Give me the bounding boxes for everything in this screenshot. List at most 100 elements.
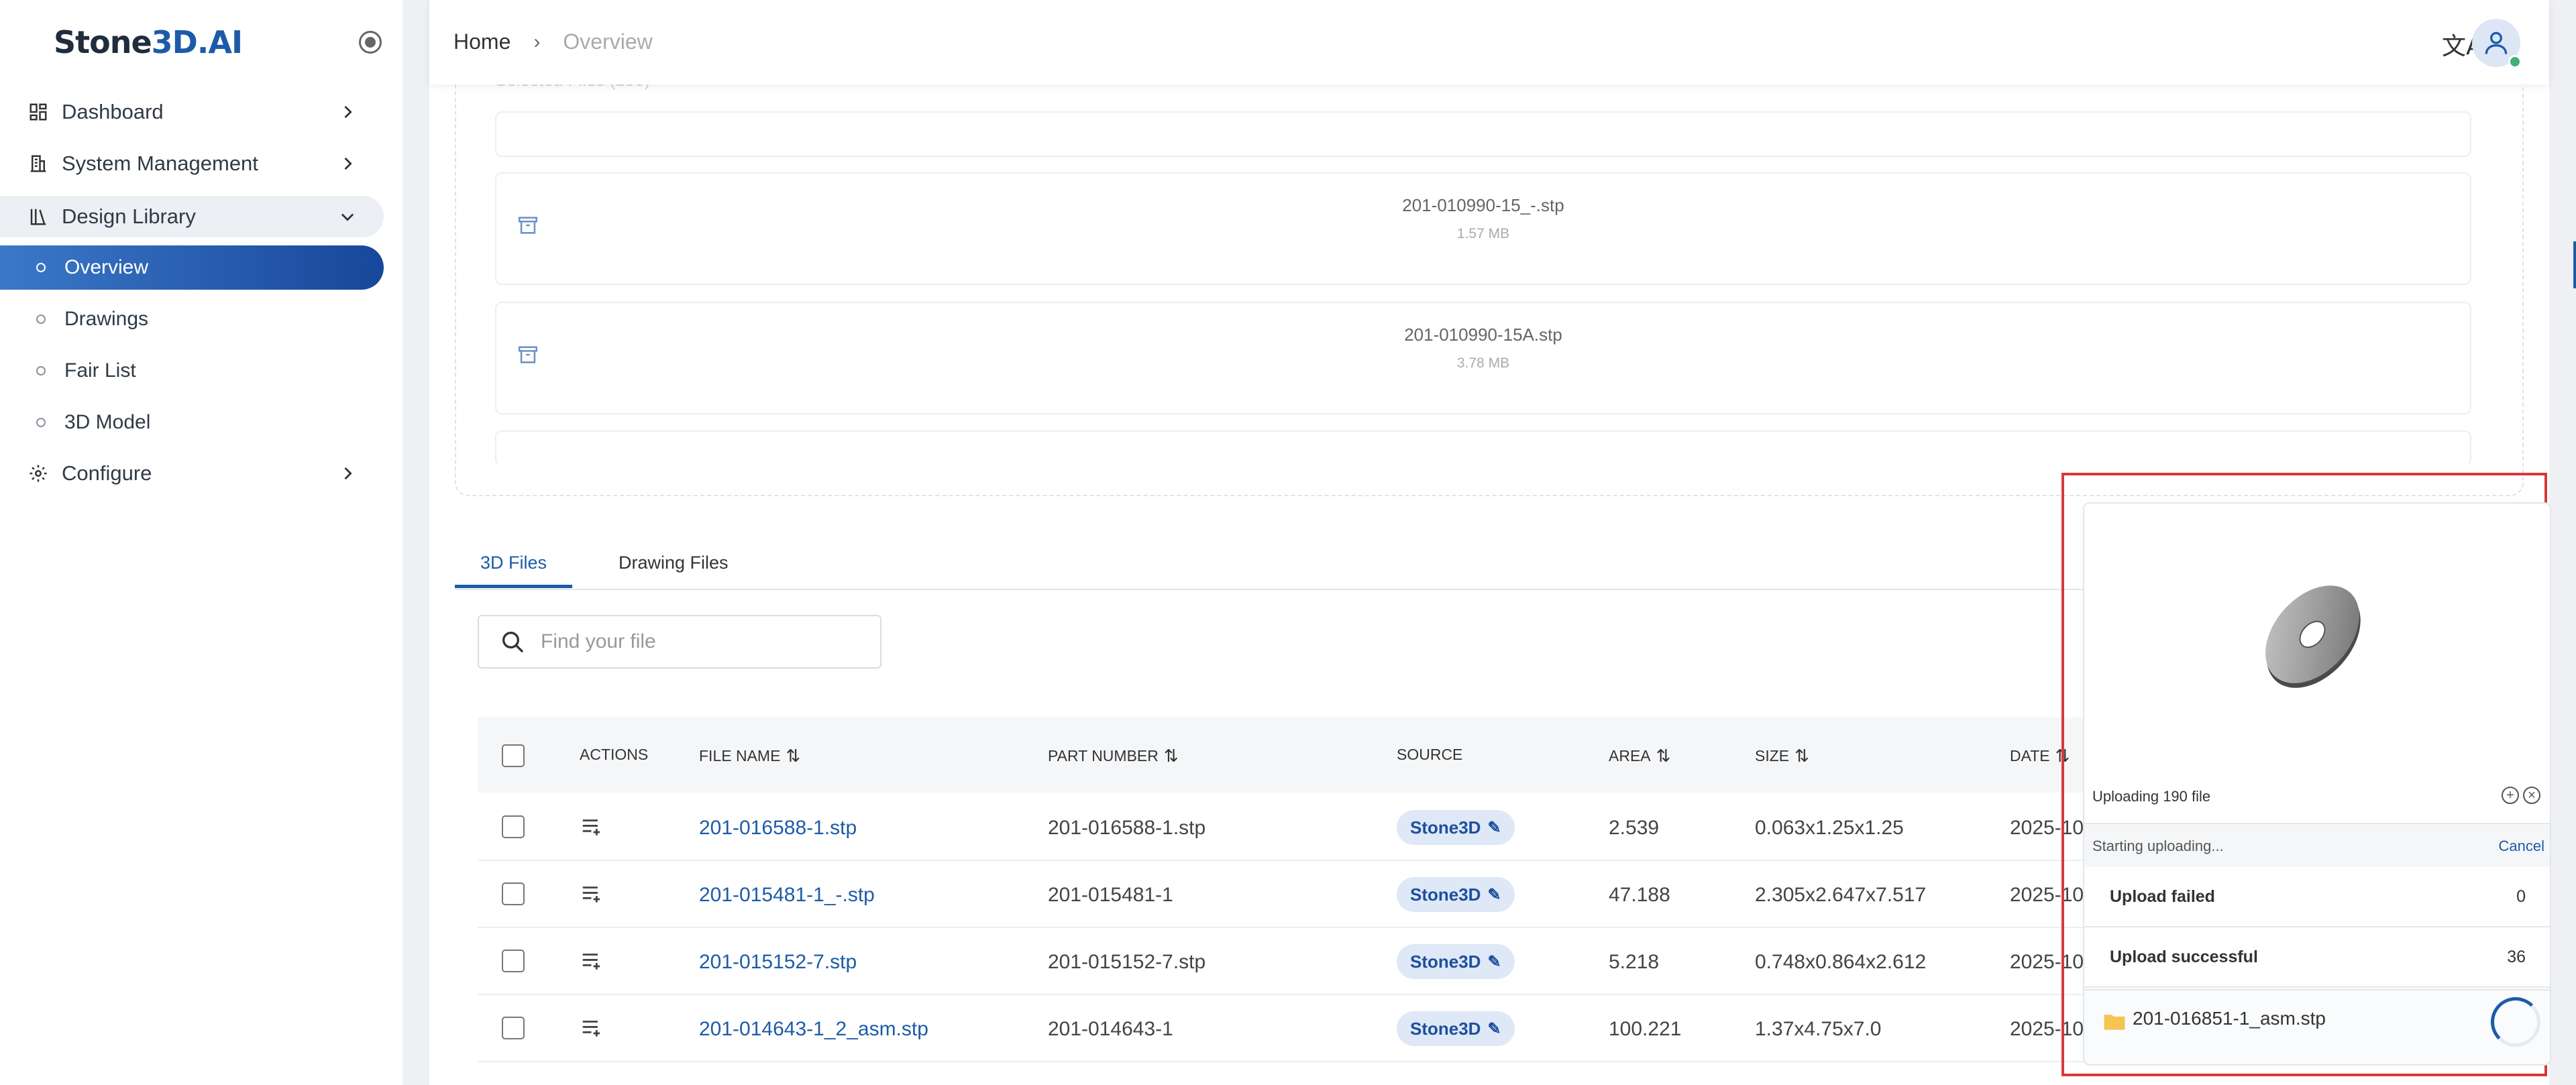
file-name-link[interactable]: 201-015481-1_-.stp: [699, 884, 875, 907]
bullet-icon: [36, 263, 46, 272]
column-header-actions: ACTIONS: [580, 746, 649, 763]
sidebar-subitem-drawings[interactable]: Drawings: [0, 297, 384, 341]
chevron-right-icon: ›: [533, 30, 541, 53]
file-name-link[interactable]: 201-016588-1.stp: [699, 817, 857, 840]
dashboard-icon: [27, 101, 50, 123]
row-checkbox[interactable]: [502, 882, 525, 905]
row-checkbox[interactable]: [502, 950, 525, 972]
area-value: 2.539: [1609, 817, 1660, 839]
chevron-right-icon: [344, 105, 352, 119]
breadcrumb-home[interactable]: Home: [453, 30, 511, 54]
sidebar-subitem-fair-list[interactable]: Fair List: [0, 349, 384, 393]
chevron-down-icon: [341, 213, 354, 221]
size-value: 0.748x0.864x2.612: [1755, 951, 1927, 973]
online-status-dot: [2508, 55, 2522, 68]
upload-successful-label: Upload successful: [2110, 948, 2258, 966]
upload-card: Uploading 190 file + × Starting uploadin…: [2083, 502, 2551, 1066]
column-header-area[interactable]: AREA ⇅: [1609, 746, 1670, 766]
sort-icon[interactable]: ⇅: [1164, 746, 1179, 766]
library-icon: [27, 205, 50, 228]
tab-3d-files[interactable]: 3D Files: [454, 553, 573, 588]
size-value: 2.305x2.647x7.517: [1755, 884, 1927, 906]
column-header-file-name[interactable]: FILE NAME ⇅: [699, 746, 800, 766]
expand-icon[interactable]: +: [2502, 787, 2519, 804]
loading-spinner-icon: [2491, 997, 2540, 1047]
source-badge[interactable]: Stone3D ✎: [1397, 810, 1515, 845]
sidebar-subitem-label: Fair List: [64, 359, 136, 382]
user-avatar[interactable]: [2472, 19, 2522, 68]
file-card-partial: [495, 111, 2471, 157]
sidebar-item-label: Design Library: [62, 205, 196, 228]
file-card-partial: [495, 431, 2471, 465]
size-value: 0.063x1.25x1.25: [1755, 817, 1904, 839]
sort-icon[interactable]: ⇅: [1794, 746, 1809, 766]
file-card: 201-010990-15_-.stp 1.57 MB: [495, 172, 2471, 285]
upload-failed-row[interactable]: Upload failed 0: [2084, 867, 2550, 927]
pencil-icon[interactable]: ✎: [1487, 885, 1501, 905]
search-input[interactable]: [541, 630, 876, 653]
breadcrumb-current: Overview: [563, 30, 653, 54]
source-badge[interactable]: Stone3D ✎: [1397, 1011, 1515, 1046]
tab-drawing-files[interactable]: Drawing Files: [619, 553, 729, 587]
bullet-icon: [36, 315, 46, 324]
current-upload-file: 201-016851-1_asm.stp: [2084, 989, 2550, 1064]
actions-menu-icon[interactable]: [580, 814, 605, 840]
upload-failed-count: 0: [2516, 887, 2526, 906]
collapse-toggle-icon[interactable]: [359, 31, 382, 54]
sidebar-subitem-label: Overview: [64, 256, 149, 278]
scrollbar-indicator[interactable]: [2573, 241, 2576, 288]
part-number: 201-015152-7.stp: [1048, 951, 1206, 973]
sidebar-subitem-overview[interactable]: Overview: [0, 245, 384, 290]
actions-menu-icon[interactable]: [580, 948, 605, 974]
breadcrumb: Home › Overview: [453, 30, 653, 54]
upload-failed-label: Upload failed: [2110, 887, 2215, 906]
sidebar-item-design-library[interactable]: Design Library: [0, 196, 384, 237]
sidebar: Stone3D.AI Dashboard System Management D…: [0, 0, 402, 1085]
user-icon: [2485, 32, 2508, 54]
close-icon[interactable]: ×: [2523, 787, 2540, 804]
upload-title: Uploading 190 file: [2092, 788, 2211, 805]
size-value: 1.37x4.75x7.0: [1755, 1018, 1882, 1040]
pencil-icon[interactable]: ✎: [1487, 952, 1501, 972]
gear-icon: [27, 462, 50, 485]
search-box: [478, 615, 881, 669]
source-badge[interactable]: Stone3D ✎: [1397, 877, 1515, 912]
row-checkbox[interactable]: [502, 815, 525, 838]
row-checkbox[interactable]: [502, 1017, 525, 1039]
pencil-icon[interactable]: ✎: [1487, 1019, 1501, 1039]
source-badge[interactable]: Stone3D ✎: [1397, 944, 1515, 979]
area-value: 100.221: [1609, 1018, 1682, 1040]
sort-icon[interactable]: ⇅: [1656, 746, 1671, 766]
upload-status-bar: Starting uploading... Cancel: [2084, 823, 2550, 867]
sidebar-item-configure[interactable]: Configure: [0, 453, 384, 494]
file-name: 201-010990-15A.stp: [1404, 325, 1562, 345]
panel-controls: + ×: [2502, 787, 2540, 804]
upload-status-text: Starting uploading...: [2092, 838, 2224, 854]
folder-icon: [2104, 1015, 2125, 1030]
column-header-source: SOURCE: [1397, 746, 1463, 763]
sidebar-item-dashboard[interactable]: Dashboard: [0, 91, 384, 133]
upload-successful-row[interactable]: Upload successful 36: [2084, 927, 2550, 988]
actions-menu-icon[interactable]: [580, 881, 605, 907]
upload-successful-count: 36: [2507, 948, 2526, 966]
sidebar-item-label: Configure: [62, 461, 152, 485]
sidebar-subitem-3d-model[interactable]: 3D Model: [0, 400, 384, 445]
sidebar-subitem-label: 3D Model: [64, 411, 151, 433]
file-name-link[interactable]: 201-015152-7.stp: [699, 951, 857, 974]
app-logo[interactable]: Stone3D.AI: [54, 24, 243, 60]
sort-icon[interactable]: ⇅: [786, 746, 800, 766]
actions-menu-icon[interactable]: [580, 1015, 605, 1041]
part-number: 201-014643-1: [1048, 1018, 1173, 1040]
pencil-icon[interactable]: ✎: [1487, 818, 1501, 838]
bullet-icon: [36, 366, 46, 376]
column-header-size[interactable]: SIZE ⇅: [1755, 746, 1809, 766]
building-icon: [27, 152, 50, 175]
file-size: 3.78 MB: [1456, 355, 1510, 371]
sidebar-item-system-management[interactable]: System Management: [0, 143, 384, 184]
file-name-link[interactable]: 201-014643-1_2_asm.stp: [699, 1018, 928, 1041]
cancel-upload-button[interactable]: Cancel: [2499, 838, 2544, 855]
column-header-part-number[interactable]: PART NUMBER ⇅: [1048, 746, 1179, 766]
part-number: 201-015481-1: [1048, 884, 1173, 906]
select-all-checkbox[interactable]: [502, 744, 525, 767]
search-icon: [502, 632, 524, 653]
